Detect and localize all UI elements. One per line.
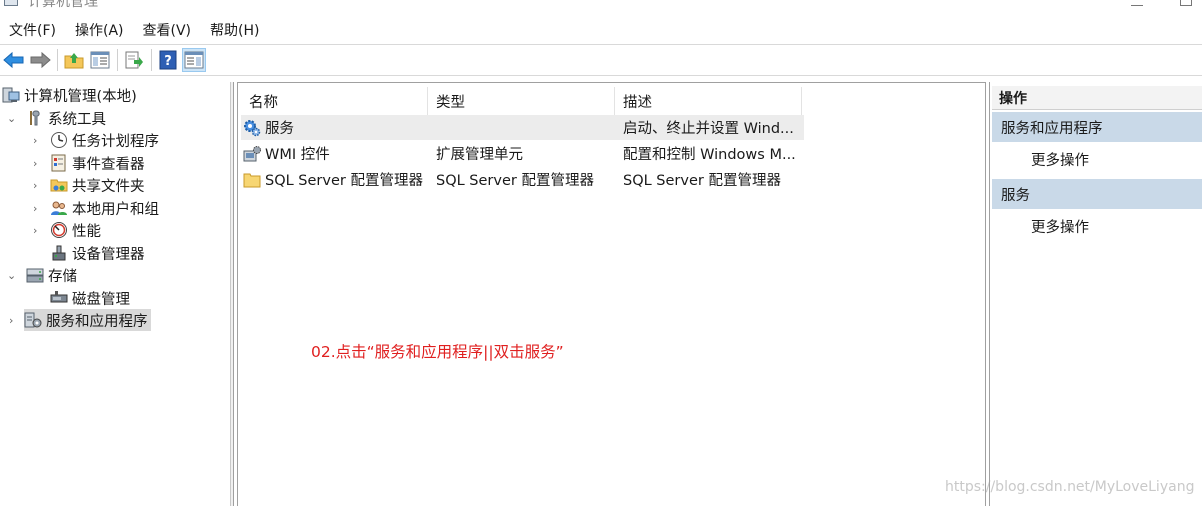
more-actions-link[interactable]: 更多操作 [1031,149,1089,170]
minimize-button[interactable] [1131,0,1143,6]
storage-icon [26,266,44,284]
action-group-services[interactable]: 服务 [992,179,1202,209]
tree-item-performance[interactable]: 性能 [50,219,101,241]
clock-icon [50,131,68,149]
tree-label: 任务计划程序 [72,133,159,150]
actions-header: 操作 [992,86,1202,110]
list-cell-type: 扩展管理单元 [436,147,523,163]
action-group-services-and-applications[interactable]: 服务和应用程序 [992,112,1202,142]
menu-view[interactable]: 查看(V) [134,20,202,40]
tree-label: 设备管理器 [72,246,145,263]
list-cell-description: SQL Server 配置管理器 [623,173,781,189]
tree-item-local-users-groups[interactable]: 本地用户和组 [50,197,159,219]
forward-arrow-icon[interactable] [28,48,52,72]
actions-pane: 操作 服务和应用程序 更多操作 服务 更多操作 [989,82,1202,506]
tree-item-task-scheduler[interactable]: 任务计划程序 [50,129,159,151]
column-header-type[interactable]: 类型 [428,87,615,115]
list-cell-name: WMI 控件 [243,141,427,166]
column-header-description[interactable]: 描述 [615,87,802,115]
chevron-down-icon[interactable]: ⌄ [7,107,17,129]
list-cell-description: 启动、终止并设置 Wind... [623,121,794,137]
computer-management-app-icon [4,0,18,6]
tree-label: 计算机管理(本地) [24,88,137,105]
column-header-name[interactable]: 名称 [241,87,428,115]
tree-label: 系统工具 [48,111,106,128]
tree-item-disk-management[interactable]: 磁盘管理 [50,287,130,309]
tree-label: 磁盘管理 [72,291,130,308]
tree-label: 事件查看器 [72,156,145,173]
list-row-services[interactable]: 服务 启动、终止并设置 Wind... [241,115,804,140]
toolbar-separator [57,49,58,71]
list-cell-name: 服务 [243,115,427,140]
computer-management-icon [2,86,20,104]
disk-management-icon [50,289,68,307]
menu-bar: 文件(F) 操作(A) 查看(V) 帮助(H) [0,18,1202,42]
show-hide-console-tree-icon[interactable] [88,48,112,72]
window-title: 计算机管理 [28,0,98,10]
chevron-right-icon[interactable]: › [9,309,19,331]
chevron-right-icon[interactable]: › [33,197,43,219]
menu-help[interactable]: 帮助(H) [201,20,269,40]
services-applications-icon [24,311,42,329]
event-viewer-icon [50,154,68,172]
folder-icon [243,171,261,189]
chevron-right-icon[interactable]: › [33,174,43,196]
tutorial-annotation: 02.点击“服务和应用程序||双击服务” [311,343,564,361]
help-icon[interactable]: ? [156,48,180,72]
device-manager-icon [50,244,68,262]
wmi-control-icon [243,145,261,163]
tree-label: 存储 [48,268,77,285]
tree-item-device-manager[interactable]: 设备管理器 [50,242,145,264]
chevron-right-icon[interactable]: › [33,152,43,174]
back-arrow-icon[interactable] [2,48,26,72]
list-cell-description: 配置和控制 Windows M... [623,147,796,163]
tree-item-event-viewer[interactable]: 事件查看器 [50,152,145,174]
menu-action[interactable]: 操作(A) [66,20,134,40]
list-row-wmi-control[interactable]: WMI 控件 扩展管理单元 配置和控制 Windows M... [241,141,804,166]
tree-item-services-and-applications[interactable]: 服务和应用程序 [24,309,151,331]
system-tools-icon [26,109,44,127]
tree-label: 服务和应用程序 [46,313,148,330]
performance-icon [50,221,68,239]
splitter[interactable] [230,82,233,506]
toolbar-separator [117,49,118,71]
maximize-button[interactable] [1180,0,1192,6]
list-row-sql-server-config-manager[interactable]: SQL Server 配置管理器 SQL Server 配置管理器 SQL Se… [241,167,804,192]
tree-item-computer-management[interactable]: 计算机管理(本地) [2,84,137,106]
toolbar: ? [0,44,1202,76]
chevron-right-icon[interactable]: › [33,129,43,151]
chevron-down-icon[interactable]: ⌄ [7,264,17,286]
svg-text:?: ? [164,54,172,69]
list-cell-type [436,115,616,140]
tree-item-shared-folders[interactable]: 共享文件夹 [50,174,145,196]
console-tree: 计算机管理(本地) ⌄ 系统工具 › 任务计划程序 › 事件查看器 › 共享文件… [0,82,234,506]
export-list-icon[interactable] [122,48,146,72]
services-gear-icon [243,119,261,137]
tree-label: 共享文件夹 [72,178,145,195]
list-view: 名称 类型 描述 服务 启动、终止并设置 Wind... WMI 控件 扩展管理… [237,82,986,506]
menu-file[interactable]: 文件(F) [0,20,66,40]
list-cell-type: SQL Server 配置管理器 [436,173,594,189]
tree-label: 性能 [72,223,101,240]
list-cell-name: SQL Server 配置管理器 [243,167,429,192]
chevron-right-icon[interactable]: › [33,219,43,241]
more-actions-link[interactable]: 更多操作 [1031,216,1089,237]
toolbar-separator [151,49,152,71]
title-bar: 计算机管理 [0,0,1202,14]
tree-item-storage[interactable]: 存储 [26,264,77,286]
tree-item-system-tools[interactable]: 系统工具 [26,107,106,129]
tree-label: 本地用户和组 [72,201,159,218]
users-icon [50,199,68,217]
show-hide-action-pane-icon[interactable] [182,48,206,72]
up-folder-icon[interactable] [62,48,86,72]
shared-folder-icon [50,176,68,194]
